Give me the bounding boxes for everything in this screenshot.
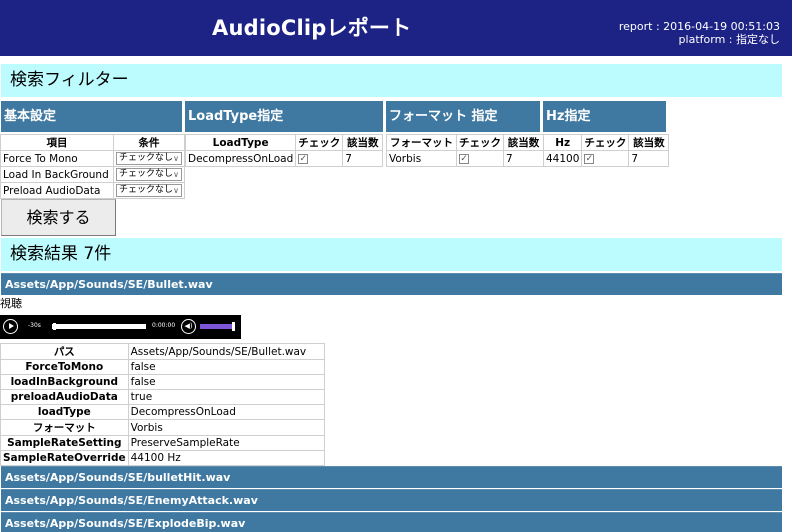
detail-key: フォーマット	[0, 419, 129, 436]
table-row: preloadAudioData true	[0, 389, 325, 405]
basic-settings-header: 基本設定	[1, 101, 182, 132]
loadtype-name: DecompressOnLoad	[184, 150, 297, 167]
volume-icon[interactable]: ◀)	[181, 319, 196, 334]
audio-player: -30s 0:00:00 ◀)	[0, 315, 241, 339]
detail-key: SampleRateSetting	[0, 435, 129, 451]
platform-label: platform : 指定なし	[678, 33, 780, 46]
loadtype-checkbox[interactable]: ✓	[298, 153, 309, 164]
format-count: 7	[503, 150, 544, 167]
seek-handle[interactable]	[53, 323, 56, 330]
volume-slider[interactable]	[200, 324, 234, 329]
loadtype-count: 7	[342, 150, 384, 167]
col-loadtype: LoadType	[184, 134, 297, 151]
result-file-header[interactable]: Assets/App/Sounds/SE/bulletHit.wav	[1, 466, 782, 488]
detail-value: PreserveSampleRate	[127, 435, 325, 451]
format-table: フォーマット チェック 該当数 Vorbis ✓ 7	[386, 134, 544, 167]
basic-settings-table: 項目 条件 Force To Mono チェックなし ∨ Load In Back…	[0, 134, 185, 199]
col-check: チェック	[295, 134, 344, 151]
detail-key: preloadAudioData	[0, 389, 129, 405]
detail-value: false	[127, 374, 325, 390]
table-row: loadInBackground false	[0, 374, 325, 390]
select-value: チェックなし	[119, 153, 174, 163]
filter-section-title: 検索フィルター	[1, 64, 782, 97]
col-count: 該当数	[503, 134, 544, 151]
col-check: チェック	[456, 134, 504, 151]
load-in-background-label: Load In BackGround	[0, 166, 114, 183]
page-title: AudioClipレポート	[212, 16, 412, 40]
listen-label: 視聴	[0, 297, 22, 310]
detail-key: パス	[0, 343, 129, 360]
select-value: チェックなし	[119, 169, 174, 179]
loadtype-header: LoadType指定	[185, 101, 383, 132]
seek-bar[interactable]	[52, 324, 146, 329]
detail-key: ForceToMono	[0, 359, 129, 375]
loadtype-table: LoadType チェック 該当数 DecompressOnLoad ✓ 7	[184, 134, 384, 167]
col-format: フォーマット	[386, 134, 457, 151]
detail-key: loadType	[0, 404, 129, 420]
report-meta: report : 2016-04-19 00:51:03 platform : …	[619, 20, 780, 46]
detail-table: パス Assets/App/Sounds/SE/Bullet.wav ForceT…	[0, 343, 325, 466]
select-value: チェックなし	[119, 185, 174, 195]
detail-value: true	[127, 389, 325, 405]
result-file-header[interactable]: Assets/App/Sounds/SE/ExplodeBip.wav	[1, 512, 782, 532]
col-condition: 条件	[113, 134, 185, 151]
format-name: Vorbis	[386, 150, 457, 167]
chevron-down-icon: ∨	[173, 170, 179, 179]
table-row: Force To Mono チェックなし ∨	[0, 150, 185, 167]
report-header: AudioClipレポート report : 2016-04-19 00:51:…	[0, 0, 792, 56]
table-row: フォーマット Vorbis	[0, 419, 325, 436]
hz-table: Hz チェック 該当数 44100 ✓ 7	[542, 134, 670, 167]
table-row: SampleRateSetting PreserveSampleRate	[0, 435, 325, 451]
chevron-down-icon: ∨	[173, 154, 179, 163]
table-row: SampleRateOverride 44100 Hz	[0, 450, 325, 466]
preload-audio-data-select[interactable]: チェックなし ∨	[116, 184, 182, 197]
result-file-header[interactable]: Assets/App/Sounds/SE/EnemyAttack.wav	[1, 489, 782, 511]
load-in-background-select[interactable]: チェックなし ∨	[116, 168, 182, 181]
table-row: パス Assets/App/Sounds/SE/Bullet.wav	[0, 343, 325, 360]
results-section-title: 検索結果 7件	[1, 238, 782, 271]
hz-value: 44100	[542, 150, 583, 167]
playback-time: 0:00:00	[152, 322, 176, 329]
volume-handle[interactable]	[232, 322, 235, 331]
table-row: Preload AudioData チェックなし ∨	[0, 182, 185, 199]
table-row: DecompressOnLoad ✓ 7	[184, 150, 384, 167]
hz-checkbox[interactable]: ✓	[584, 153, 595, 164]
preload-audio-data-label: Preload AudioData	[0, 182, 114, 199]
table-row: ForceToMono false	[0, 359, 325, 375]
table-row: Load In BackGround チェックなし ∨	[0, 166, 185, 183]
force-to-mono-select[interactable]: チェックなし ∨	[116, 152, 182, 165]
table-row: Vorbis ✓ 7	[386, 150, 544, 167]
format-checkbox[interactable]: ✓	[459, 153, 469, 164]
detail-key: SampleRateOverride	[0, 450, 129, 466]
chevron-down-icon: ∨	[173, 186, 179, 195]
search-button[interactable]: 検索する	[1, 199, 116, 236]
col-check: チェック	[581, 134, 630, 151]
hz-header: Hz指定	[543, 101, 666, 132]
skip-back-button[interactable]: -30s	[28, 322, 41, 329]
detail-value: DecompressOnLoad	[127, 404, 325, 420]
table-row: loadType DecompressOnLoad	[0, 404, 325, 420]
detail-value: 44100 Hz	[127, 450, 325, 466]
force-to-mono-label: Force To Mono	[0, 150, 114, 167]
detail-value: false	[127, 359, 325, 375]
col-count: 該当数	[628, 134, 670, 151]
detail-value: Vorbis	[127, 419, 325, 436]
result-file-header[interactable]: Assets/App/Sounds/SE/Bullet.wav	[1, 273, 782, 295]
col-count: 該当数	[342, 134, 384, 151]
detail-value: Assets/App/Sounds/SE/Bullet.wav	[127, 343, 325, 360]
detail-key: loadInBackground	[0, 374, 129, 390]
table-row: 44100 ✓ 7	[542, 150, 670, 167]
col-item: 項目	[0, 134, 114, 151]
play-icon[interactable]	[3, 319, 18, 334]
hz-count: 7	[628, 150, 670, 167]
format-header: フォーマット 指定	[386, 101, 540, 132]
col-hz: Hz	[542, 134, 583, 151]
report-timestamp: report : 2016-04-19 00:51:03	[618, 20, 780, 33]
